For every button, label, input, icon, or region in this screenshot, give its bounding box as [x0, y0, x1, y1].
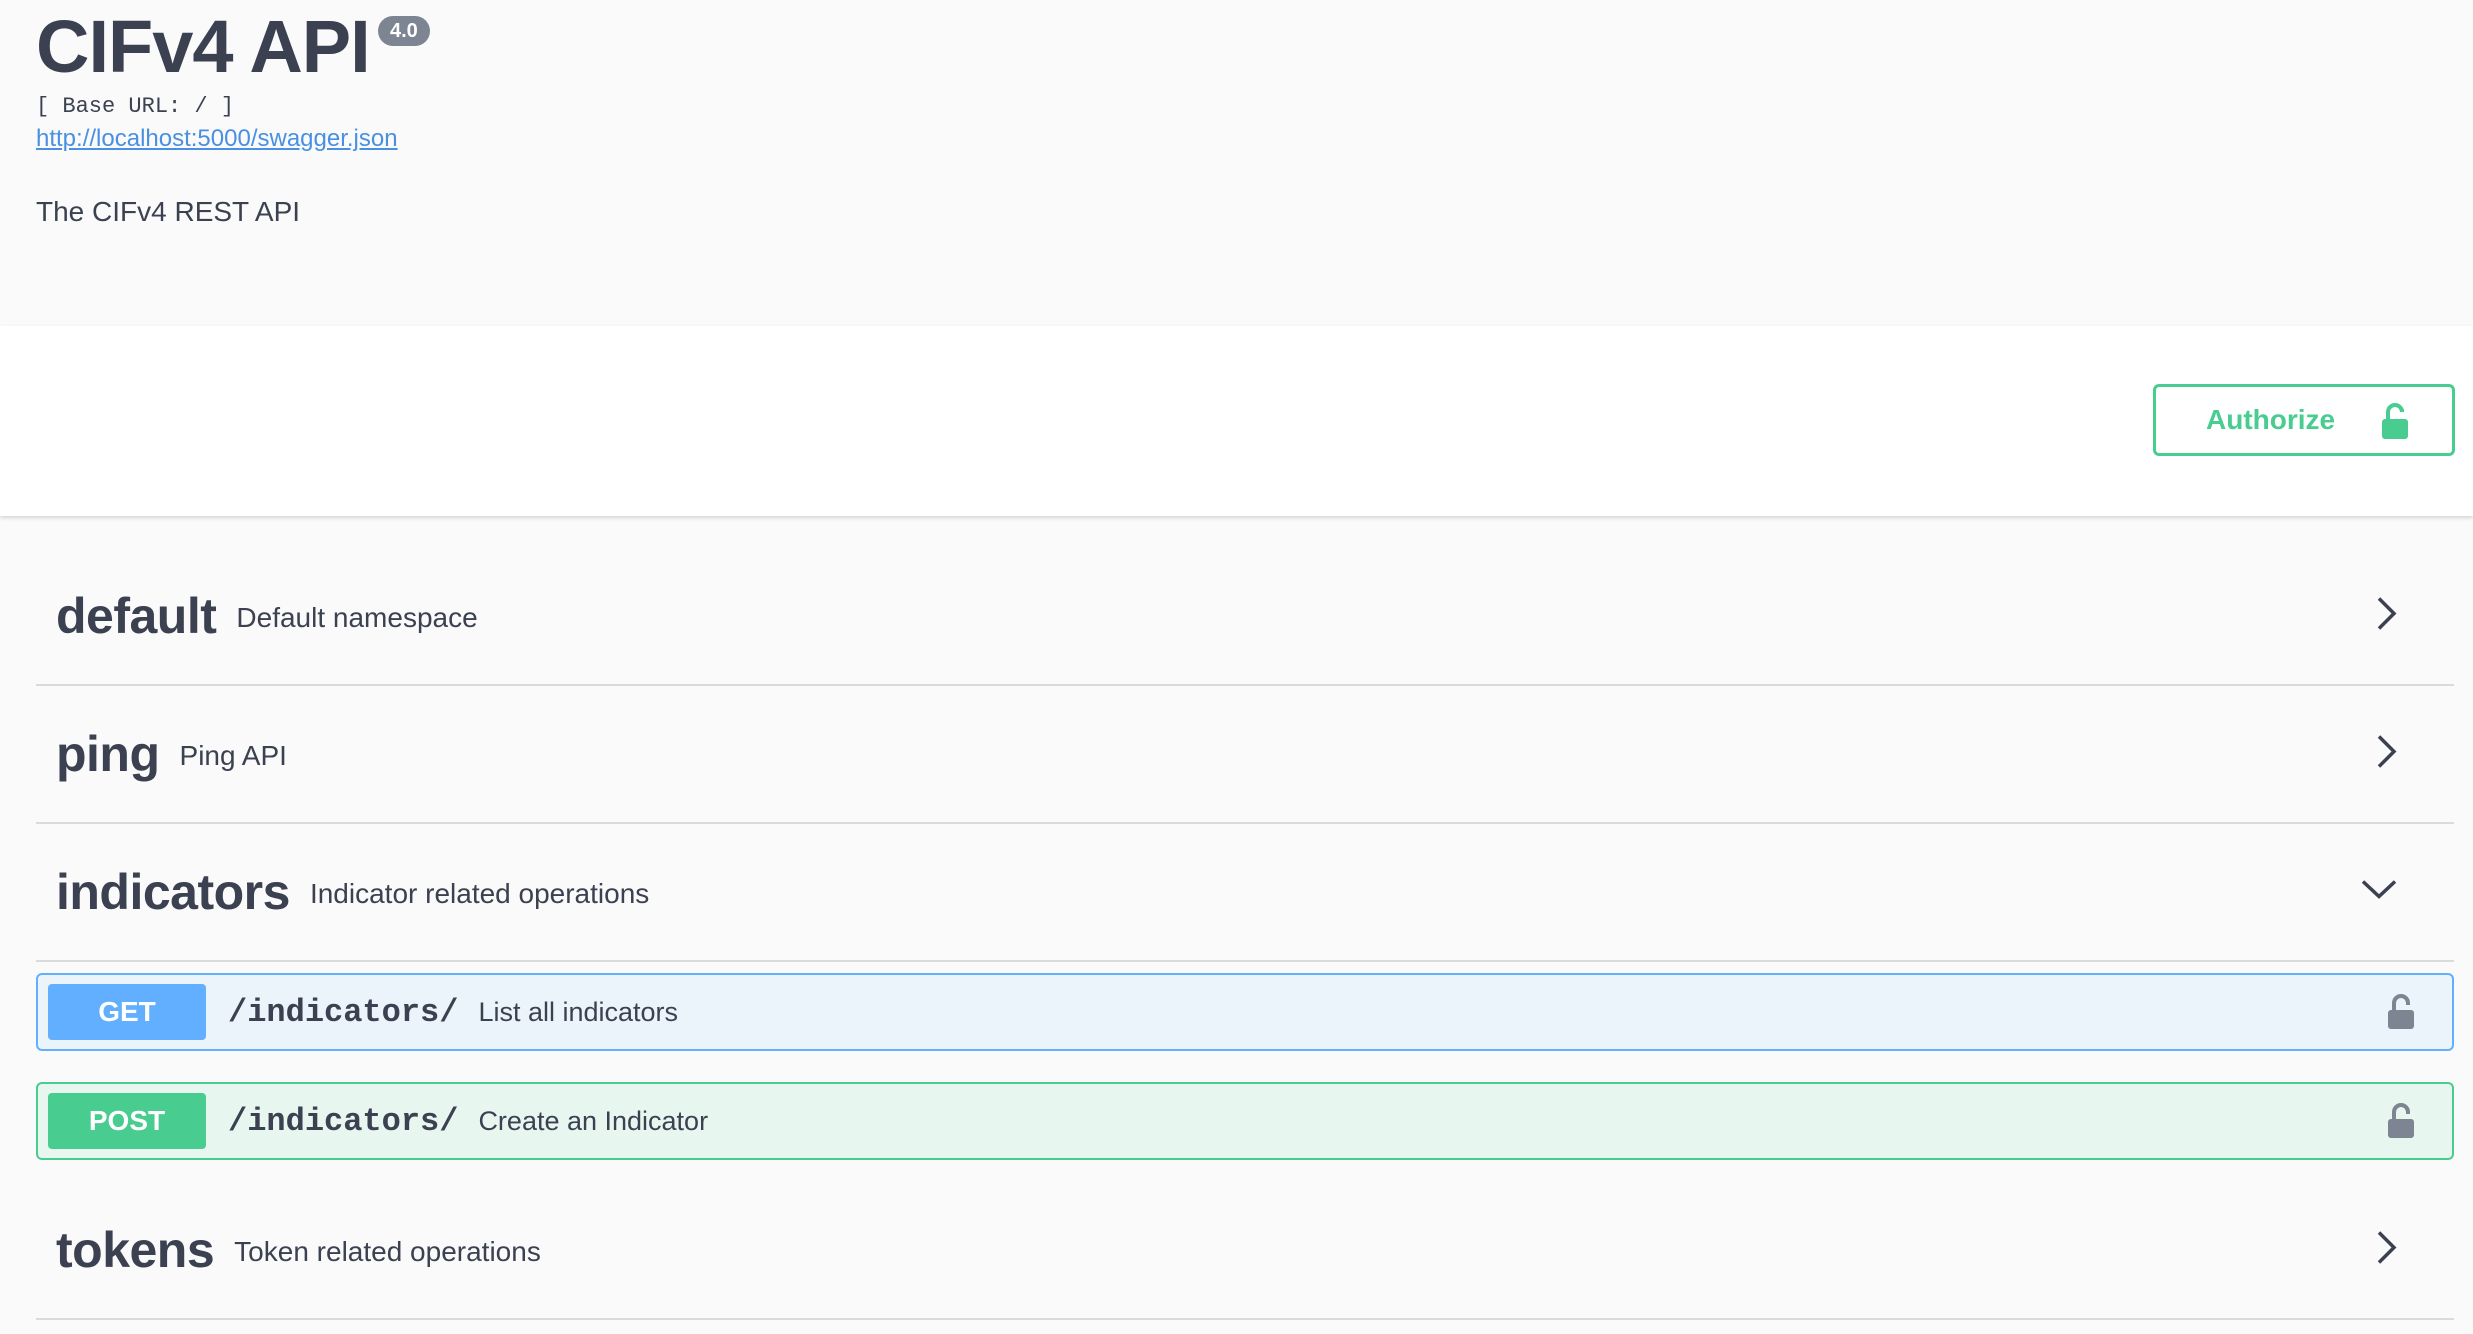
tag-tokens[interactable]: tokens Token related operations [36, 1182, 2454, 1320]
chevron-right-icon [2376, 1230, 2398, 1271]
tag-name: default [56, 588, 217, 644]
tag-description: Token related operations [234, 1236, 541, 1267]
tag-name: tokens [56, 1222, 215, 1278]
api-title: CIFv4 API [36, 5, 371, 88]
operation-summary: Create an Indicator [478, 1105, 709, 1136]
authorize-label: Authorize [2206, 404, 2336, 435]
tag-ping[interactable]: ping Ping API [36, 686, 2454, 824]
authorize-button[interactable]: Authorize [2153, 384, 2455, 456]
operation-path: /indicators/ [228, 1102, 459, 1140]
api-description: The CIFv4 REST API [36, 196, 301, 227]
lock-icon[interactable] [2386, 993, 2416, 1036]
tag-description: Default namespace [236, 602, 478, 633]
lock-icon[interactable] [2386, 1102, 2416, 1145]
operation-get-indicators[interactable]: GET /indicators/ List all indicators [36, 973, 2454, 1051]
scheme-container: Authorize [0, 326, 2473, 516]
method-badge-post: POST [48, 1093, 206, 1149]
version-badge: 4.0 [378, 16, 430, 46]
tag-description: Indicator related operations [309, 878, 650, 909]
tag-indicators[interactable]: indicators Indicator related operations [36, 824, 2454, 962]
operation-post-indicators[interactable]: POST /indicators/ Create an Indicator [36, 1082, 2454, 1160]
base-url: [ Base URL: / ] [36, 94, 235, 119]
tag-name: indicators [56, 864, 290, 920]
operation-path: /indicators/ [228, 993, 459, 1031]
swagger-json-link[interactable]: http://localhost:5000/swagger.json [36, 125, 398, 153]
lock-icon [2380, 401, 2410, 446]
tag-description: Ping API [179, 740, 287, 771]
chevron-right-icon [2376, 734, 2398, 775]
tag-name: ping [56, 726, 160, 782]
api-info: CIFv4 API 4.0 [ Base URL: / ] http://loc… [0, 0, 2473, 326]
tag-default[interactable]: default Default namespace [36, 548, 2454, 686]
chevron-right-icon [2376, 596, 2398, 637]
chevron-down-icon [2360, 878, 2398, 907]
method-badge-get: GET [48, 984, 206, 1040]
operation-summary: List all indicators [478, 996, 679, 1027]
